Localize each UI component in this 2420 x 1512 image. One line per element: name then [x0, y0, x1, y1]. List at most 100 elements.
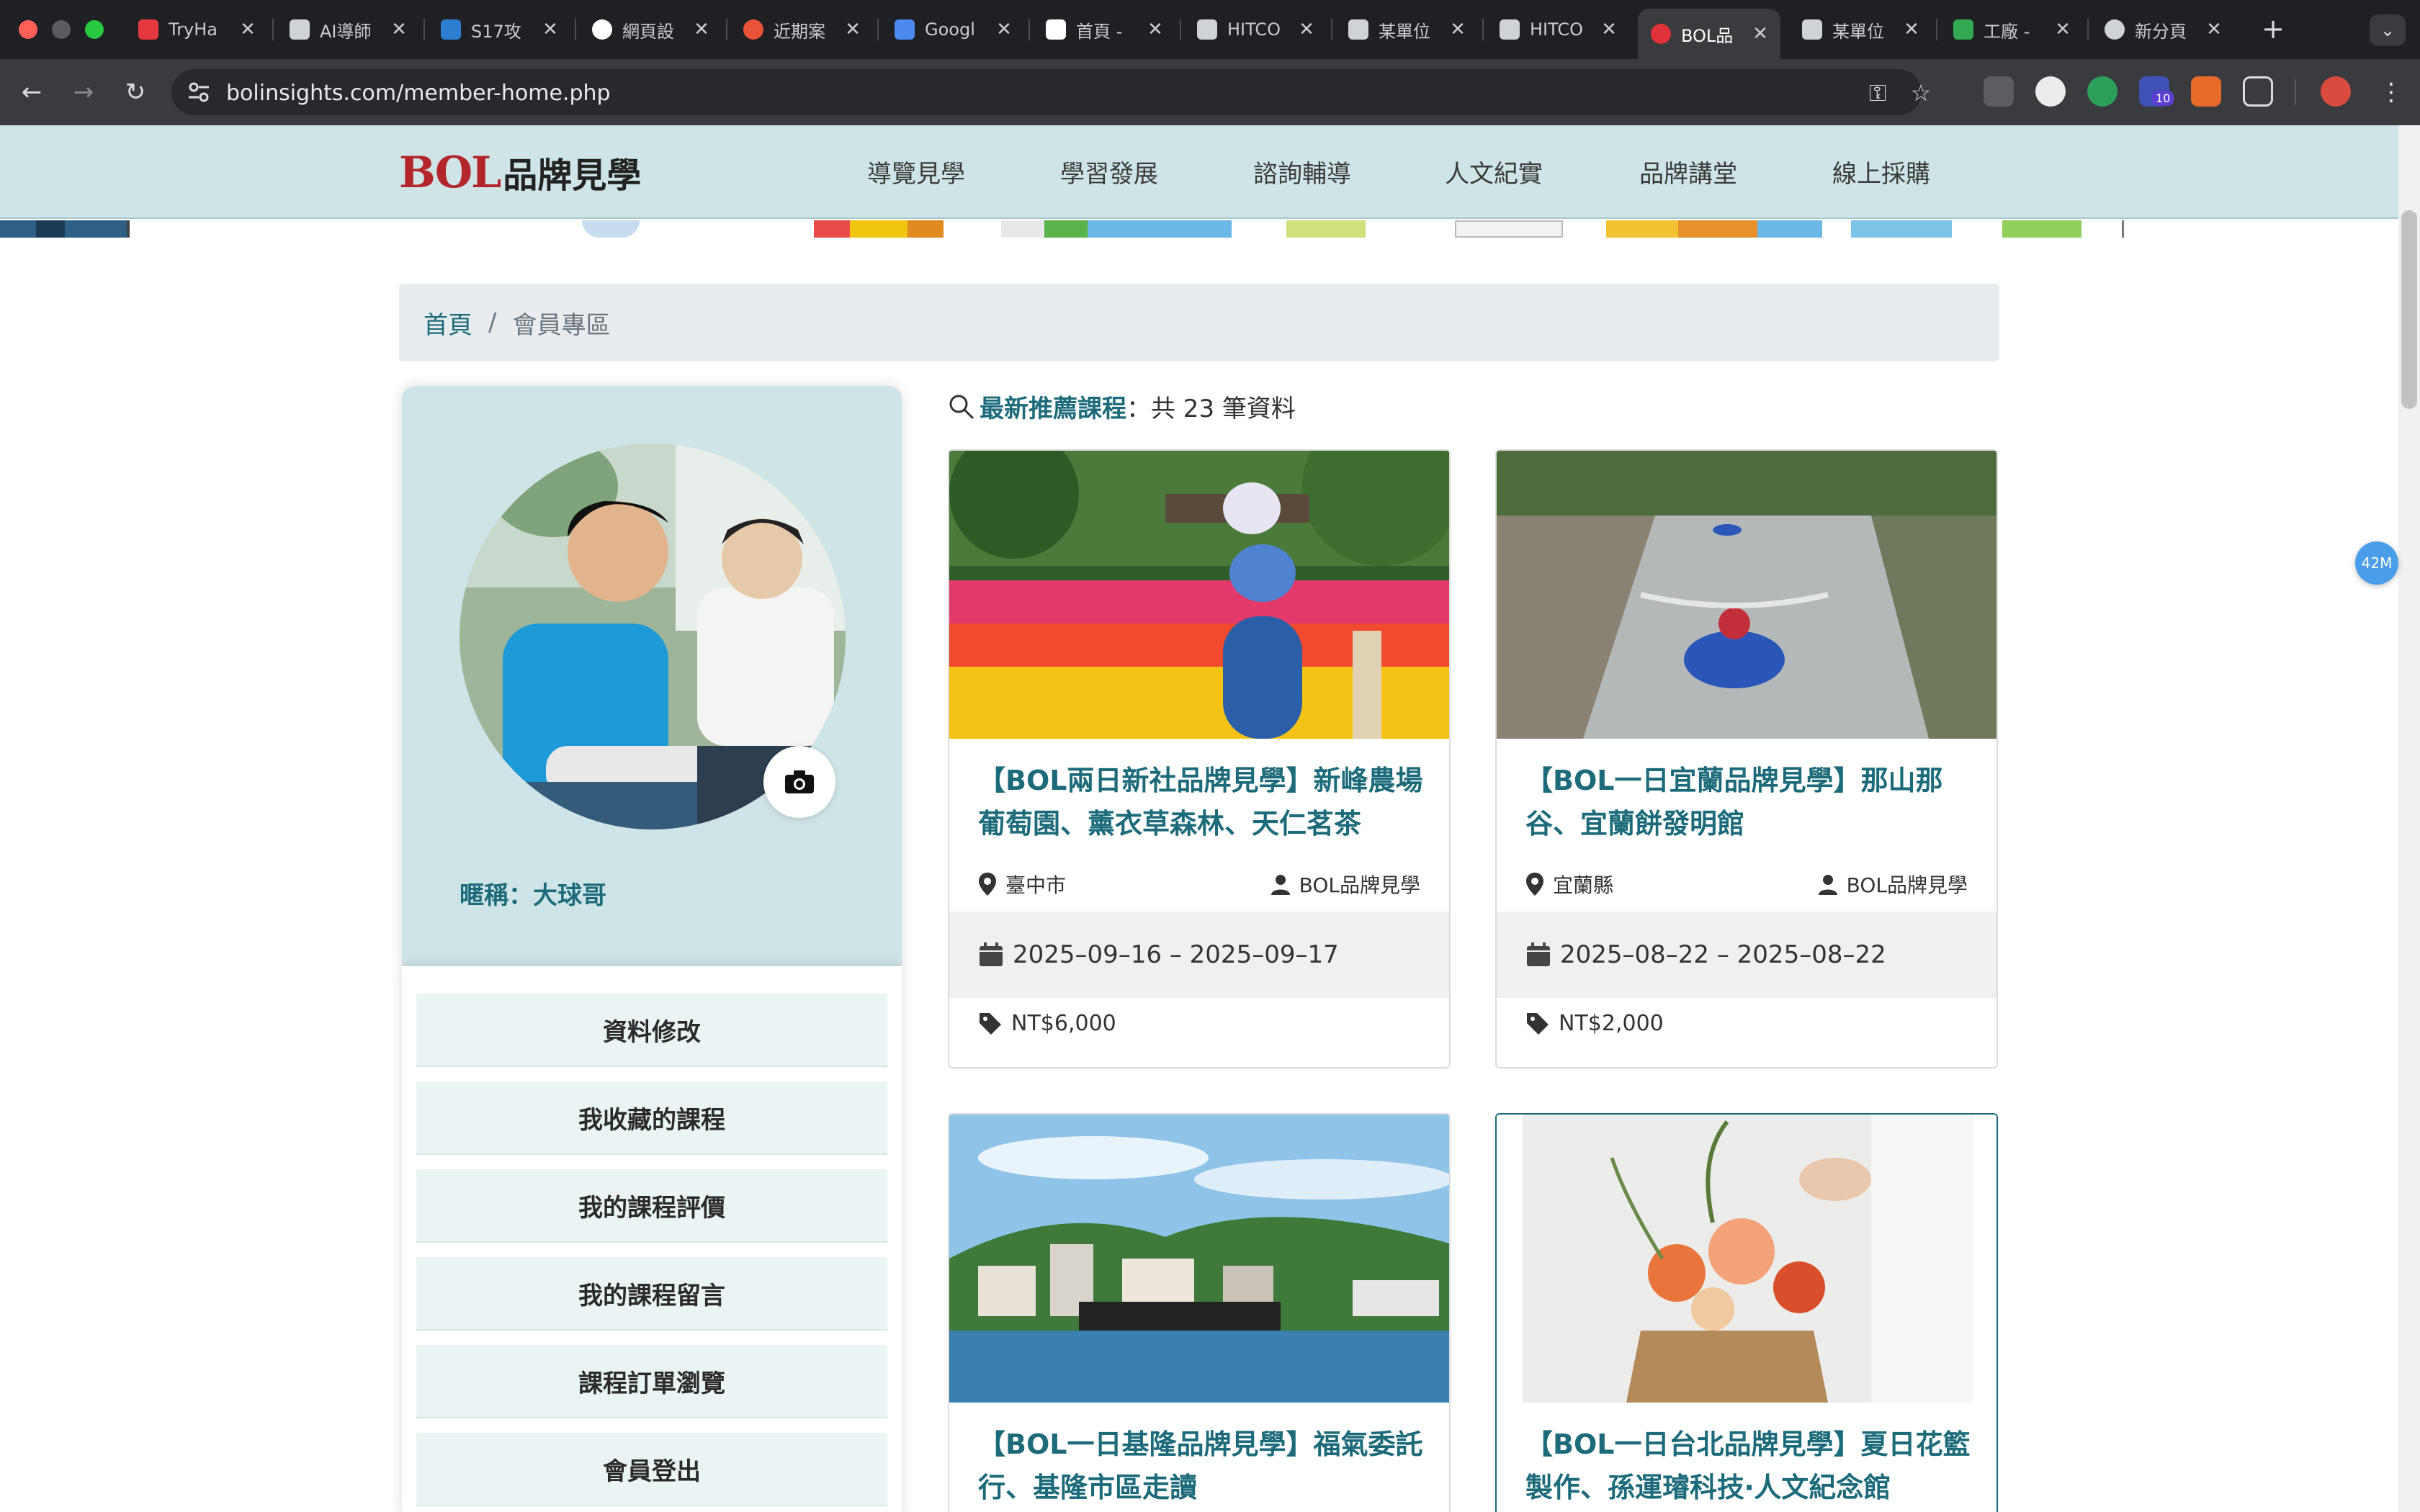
extension-badge: 10	[2152, 91, 2174, 106]
cube-icon	[441, 19, 461, 40]
window-close-button[interactable]	[19, 20, 37, 39]
close-tab-icon[interactable]: ✕	[843, 19, 863, 40]
close-tab-icon[interactable]: ✕	[1296, 19, 1317, 40]
profile-avatar-icon[interactable]	[2321, 76, 2351, 107]
course-title[interactable]: 【BOL一日台北品牌見學】夏日花籃製作、孫運璿科技‧人文紀念館	[1525, 1423, 1979, 1509]
browser-tab[interactable]: 某單位 ✕	[1789, 10, 1932, 49]
course-card[interactable]: 【BOL一日基隆品牌見學】福氣委託行、基隆市區走讀	[948, 1113, 1451, 1512]
change-photo-button[interactable]	[763, 746, 835, 818]
browser-tab[interactable]: S17攻 ✕	[428, 10, 570, 49]
google-icon	[592, 19, 612, 40]
reload-button[interactable]: ↻	[118, 75, 153, 109]
close-tab-icon[interactable]: ✕	[238, 19, 258, 40]
course-card[interactable]: 【BOL兩日新社品牌見學】新峰農場葡萄園、薰衣草森林、天仁茗茶 臺中市 BOL品…	[948, 449, 1451, 1068]
window-minimize-button[interactable]	[52, 20, 71, 39]
browser-tab-title: 某單位	[1379, 21, 1430, 42]
breadcrumb-home-link[interactable]: 首頁	[424, 305, 472, 341]
forward-button[interactable]: →	[66, 75, 101, 109]
logo-chinese: 品牌見學	[503, 156, 642, 196]
browser-tab-title: S17攻	[471, 21, 521, 42]
course-title[interactable]: 【BOL一日宜蘭品牌見學】那山那谷、宜蘭餅發明館	[1525, 759, 1979, 845]
floating-badge[interactable]: 42M	[2355, 541, 2398, 585]
tab-search-button[interactable]: ⌄	[2370, 14, 2406, 46]
browser-tab[interactable]: 工廠 - ✕	[1940, 10, 2083, 49]
user-icon	[1818, 875, 1837, 895]
nav-humanities[interactable]: 人文紀實	[1445, 154, 1543, 189]
course-title[interactable]: 【BOL兩日新社品牌見學】新峰農場葡萄園、薰衣草森林、天仁茗茶	[978, 759, 1432, 845]
site-settings-icon[interactable]	[186, 79, 212, 105]
menu-edit-profile[interactable]: 資料修改	[416, 994, 887, 1066]
close-tab-icon[interactable]: ✕	[1750, 23, 1770, 45]
page-scrollbar-thumb[interactable]	[2401, 210, 2417, 409]
menu-logout[interactable]: 會員登出	[416, 1433, 887, 1505]
password-key-icon[interactable]: ⚿	[1864, 79, 1891, 107]
breadcrumb: 首頁 / 會員專區	[399, 284, 1999, 361]
extension-b-icon[interactable]	[2035, 76, 2066, 107]
member-nickname: 暱稱：大球哥	[460, 881, 606, 910]
close-tab-icon[interactable]: ✕	[1448, 19, 1468, 40]
menu-course-reviews[interactable]: 我的課程評價	[416, 1169, 887, 1241]
course-image[interactable]	[949, 1115, 1449, 1403]
browser-tab[interactable]: BOL品 ✕	[1638, 9, 1780, 59]
course-card[interactable]: 【BOL一日台北品牌見學】夏日花籃製作、孫運璿科技‧人文紀念館	[1495, 1113, 1998, 1512]
hitcon-icon	[1197, 19, 1217, 40]
site-logo[interactable]: BOL 品牌見學	[399, 147, 641, 198]
course-image[interactable]	[1497, 451, 1996, 739]
hitcon-icon	[1348, 19, 1368, 40]
extension-e-icon[interactable]	[2191, 76, 2221, 107]
menu-favorite-courses[interactable]: 我收藏的課程	[416, 1081, 887, 1153]
course-price-text: NT$6,000	[1011, 1011, 1116, 1036]
member-menu: 資料修改 我收藏的課程 我的課程評價 我的課程留言 課程訂單瀏覽 會員登出	[402, 966, 902, 1512]
nav-consulting[interactable]: 諮詢輔導	[1253, 154, 1351, 189]
price-tag-icon	[1527, 1012, 1549, 1035]
browser-tab[interactable]: 某單位 ✕	[1335, 10, 1478, 49]
extension-d-icon[interactable]: 10	[2139, 76, 2174, 107]
tab-separator	[2087, 19, 2089, 40]
browser-tab[interactable]: Googl ✕	[882, 10, 1024, 49]
cloud-icon	[138, 19, 158, 40]
extension-a-icon[interactable]	[1984, 76, 2014, 107]
close-tab-icon[interactable]: ✕	[540, 19, 560, 40]
extensions-puzzle-icon[interactable]	[2243, 76, 2273, 107]
browser-tab[interactable]: TryHa ✕	[125, 10, 268, 49]
menu-course-comments[interactable]: 我的課程留言	[416, 1257, 887, 1329]
tab-separator	[877, 19, 879, 40]
extension-c-icon[interactable]	[2087, 76, 2118, 107]
menu-course-orders[interactable]: 課程訂單瀏覽	[416, 1345, 887, 1417]
nav-tour[interactable]: 導覽見學	[867, 154, 965, 189]
breadcrumb-separator: /	[488, 308, 497, 337]
location-pin-icon	[1526, 873, 1543, 896]
close-tab-icon[interactable]: ✕	[389, 19, 409, 40]
url-text[interactable]: bolinsights.com/member-home.php	[226, 81, 611, 106]
nav-learning[interactable]: 學習發展	[1060, 154, 1158, 189]
nav-online-shop[interactable]: 線上採購	[1832, 154, 1930, 189]
close-tab-icon[interactable]: ✕	[2053, 19, 2073, 40]
page-scrollbar[interactable]	[2398, 125, 2420, 1512]
close-tab-icon[interactable]: ✕	[994, 19, 1014, 40]
browser-tab[interactable]: 新分頁 ✕	[2092, 10, 2234, 49]
course-title[interactable]: 【BOL一日基隆品牌見學】福氣委託行、基隆市區走讀	[978, 1423, 1432, 1509]
browser-tab[interactable]: 首頁 - ✕	[1033, 10, 1175, 49]
tab-separator	[272, 19, 274, 40]
window-zoom-button[interactable]	[85, 20, 104, 39]
browser-tab[interactable]: HITCO ✕	[1487, 10, 1629, 49]
address-bar[interactable]: bolinsights.com/member-home.php ⚿ ☆	[171, 69, 1931, 115]
browser-menu-icon[interactable]: ⋮	[2374, 75, 2408, 109]
course-card[interactable]: 【BOL一日宜蘭品牌見學】那山那谷、宜蘭餅發明館 宜蘭縣 BOL品牌見學 202…	[1495, 449, 1998, 1068]
back-button[interactable]: ←	[14, 75, 49, 109]
nav-brand-lectures[interactable]: 品牌講堂	[1639, 154, 1737, 189]
browser-tab[interactable]: 近期案 ✕	[730, 10, 873, 49]
close-tab-icon[interactable]: ✕	[1599, 19, 1619, 40]
browser-tab[interactable]: 網頁設 ✕	[579, 10, 722, 49]
calendar-icon	[1527, 942, 1550, 966]
course-image[interactable]	[1497, 1115, 1996, 1403]
new-tab-button[interactable]: +	[2259, 13, 2287, 45]
close-tab-icon[interactable]: ✕	[1901, 19, 1922, 40]
close-tab-icon[interactable]: ✕	[2204, 19, 2224, 40]
course-image[interactable]	[949, 451, 1449, 739]
close-tab-icon[interactable]: ✕	[691, 19, 712, 40]
browser-tab[interactable]: HITCO ✕	[1184, 10, 1327, 49]
bookmark-star-icon[interactable]: ☆	[1907, 79, 1935, 107]
browser-tab[interactable]: AI導師 ✕	[277, 10, 419, 49]
close-tab-icon[interactable]: ✕	[1145, 19, 1165, 40]
